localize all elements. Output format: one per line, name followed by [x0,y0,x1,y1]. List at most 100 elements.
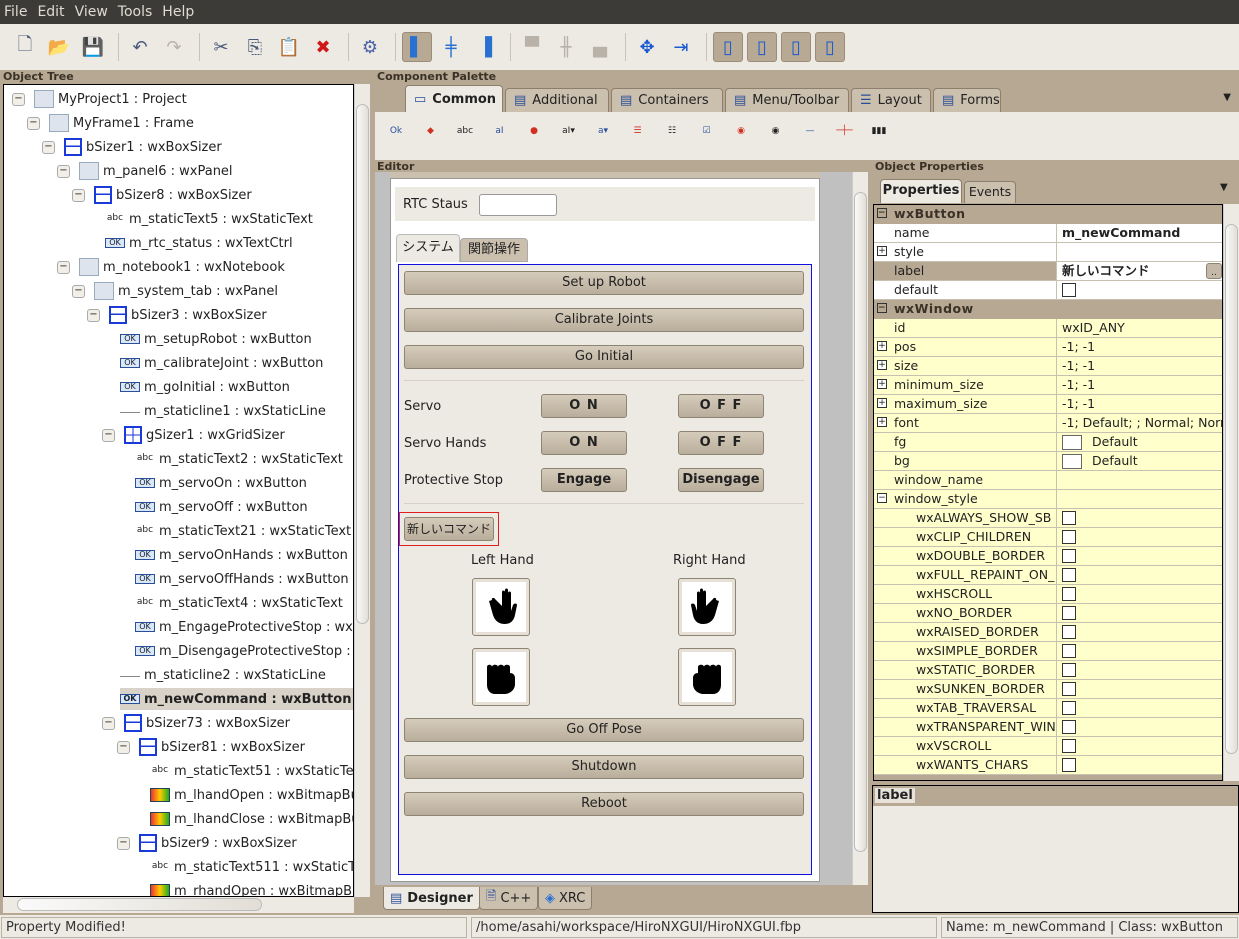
collapse-icon[interactable]: − [877,493,887,503]
property-checkbox[interactable] [1062,720,1076,734]
property-row[interactable]: wxTAB_TRAVERSAL [874,699,1222,718]
property-value[interactable] [1057,737,1222,756]
shutdown-button[interactable]: Shutdown [404,755,804,779]
menu-file[interactable]: File [4,4,27,20]
property-row[interactable]: maximum_size -1; -1 + [874,395,1222,414]
property-row[interactable]: font -1; Default; ; Normal; Norm + [874,414,1222,433]
bitmap-button-widget-icon[interactable]: ◆ [420,124,442,140]
property-checkbox[interactable] [1062,568,1076,582]
check-box-widget-icon[interactable]: ☑ [696,124,718,140]
tree-item[interactable]: m_rhandOpen : wxBitmapBu [150,880,353,896]
property-checkbox[interactable] [1062,739,1076,753]
align-bottom-button[interactable]: ▄ [585,32,615,62]
property-checkbox[interactable] [1062,758,1076,772]
tree-item[interactable]: bSizer81 : wxBoxSizer [139,736,305,758]
tree-collapse-toggle[interactable]: − [72,189,85,202]
go-initial-button[interactable]: Go Initial [404,345,804,369]
tree-item[interactable]: OK m_servoOffHands : wxButton [135,568,349,590]
list-ctrl-widget-icon[interactable]: ☷ [661,124,683,140]
tree-item[interactable]: m_lhandOpen : wxBitmapBu [150,784,353,806]
property-value[interactable] [1057,756,1222,775]
property-value[interactable] [1057,243,1222,262]
tab-xrc[interactable]: ◈ XRC [538,887,593,910]
property-value[interactable] [1057,661,1222,680]
reboot-button[interactable]: Reboot [404,792,804,816]
property-row[interactable]: wxCLIP_CHILDREN [874,528,1222,547]
property-row[interactable]: wxSIMPLE_BORDER [874,642,1222,661]
property-checkbox[interactable] [1062,682,1076,696]
menu-view[interactable]: View [75,4,108,20]
tree-item[interactable]: OK m_DisengageProtectiveStop : w [135,640,353,662]
property-value[interactable]: -1; -1 [1057,338,1222,357]
button-widget-icon[interactable]: Ok [385,124,407,140]
static-text-widget-icon[interactable]: abc [454,124,476,140]
align-left-button[interactable]: ▌ [402,32,432,62]
property-value[interactable]: -1; Default; ; Normal; Norm [1057,414,1222,433]
tree-item[interactable]: MyProject1 : Project [34,88,187,110]
property-row[interactable]: name m_newCommand [874,224,1222,243]
property-value[interactable] [1057,566,1222,585]
tree-item[interactable]: OK m_rtc_status : wxTextCtrl [105,232,293,254]
tree-item[interactable]: m_lhandClose : wxBitmapBu [150,808,353,830]
property-value[interactable] [1057,718,1222,737]
delete-button[interactable]: ✖ [308,32,338,62]
stretch-button[interactable]: ⇥ [666,32,696,62]
property-row[interactable]: default [874,281,1222,300]
property-row[interactable]: pos -1; -1 + [874,338,1222,357]
property-row[interactable]: wxRAISED_BORDER [874,623,1222,642]
property-value[interactable] [1057,281,1222,300]
property-row[interactable]: fg Default [874,433,1222,452]
property-row[interactable]: id wxID_ANY [874,319,1222,338]
tree-item[interactable]: OK m_EngageProtectiveStop : wxB [135,616,353,638]
property-row[interactable]: style + [874,243,1222,262]
tab-palette-menu-toolbar[interactable]: ▤ Menu/Toolbar [725,88,849,112]
property-checkbox[interactable] [1062,549,1076,563]
tree-item[interactable]: m_staticline2 : wxStaticLine [120,664,326,686]
property-row[interactable]: wxNO_BORDER [874,604,1222,623]
property-checkbox[interactable] [1062,530,1076,544]
tree-item[interactable]: abc m_staticText511 : wxStaticT [150,856,353,878]
property-row[interactable]: wxWANTS_CHARS [874,756,1222,775]
tree-item[interactable]: OK m_servoOnHands : wxButton [135,544,348,566]
servo-off-hands-button[interactable]: O F F [678,431,764,455]
static-bitmap-widget-icon[interactable]: ● [523,124,545,140]
right-hand-close-button[interactable] [678,648,736,706]
gauge-widget-icon[interactable]: ▮▮▮ [868,124,890,140]
property-value[interactable] [1057,528,1222,547]
tree-item[interactable]: OK m_calibrateJoint : wxButton [120,352,323,374]
property-row[interactable]: bg Default [874,452,1222,471]
tree-collapse-toggle[interactable]: − [87,309,100,322]
tree-collapse-toggle[interactable]: − [57,165,70,178]
border-left-button[interactable]: ▯ [713,32,743,62]
property-value[interactable] [1057,699,1222,718]
property-checkbox[interactable] [1062,663,1076,677]
property-grid[interactable]: wxButton − name m_newCommand style + label 新しいコ… [873,204,1223,781]
copy-button[interactable]: ⎘ [240,32,270,62]
cut-button[interactable]: ✂ [206,32,236,62]
radio-button-widget-icon[interactable]: ◉ [765,124,787,140]
left-hand-open-button[interactable] [472,578,530,636]
collapse-icon[interactable]: − [877,303,887,313]
tree-collapse-toggle[interactable]: − [12,93,25,106]
radio-box-widget-icon[interactable]: ◉ [730,124,752,140]
property-row[interactable]: wxFULL_REPAINT_ON_ [874,566,1222,585]
tab-designer[interactable]: ▤ Designer [383,887,480,910]
collapse-icon[interactable]: − [877,208,887,218]
property-row[interactable]: wxHSCROLL [874,585,1222,604]
align-top-button[interactable]: ▀ [517,32,547,62]
property-value[interactable] [1057,547,1222,566]
tree-horizontal-scrollbar[interactable] [3,897,354,913]
slider-widget-icon[interactable]: ─┼─ [834,124,856,140]
property-checkbox[interactable] [1062,587,1076,601]
property-value[interactable] [1057,585,1222,604]
tree-item[interactable]: abc m_staticText51 : wxStaticTe [150,760,353,782]
tree-item[interactable]: abc m_staticText4 : wxStaticText [135,592,343,614]
expand-button[interactable]: ✥ [632,32,662,62]
tree-collapse-toggle[interactable]: − [72,285,85,298]
property-row[interactable]: wxDOUBLE_BORDER [874,547,1222,566]
property-value[interactable] [1057,623,1222,642]
property-row[interactable]: wxVSCROLL [874,737,1222,756]
tree-item[interactable]: m_panel6 : wxPanel [79,160,233,182]
tab-palette-layout[interactable]: ☰ Layout [851,88,931,112]
servo-on-hands-button[interactable]: O N [541,431,627,455]
